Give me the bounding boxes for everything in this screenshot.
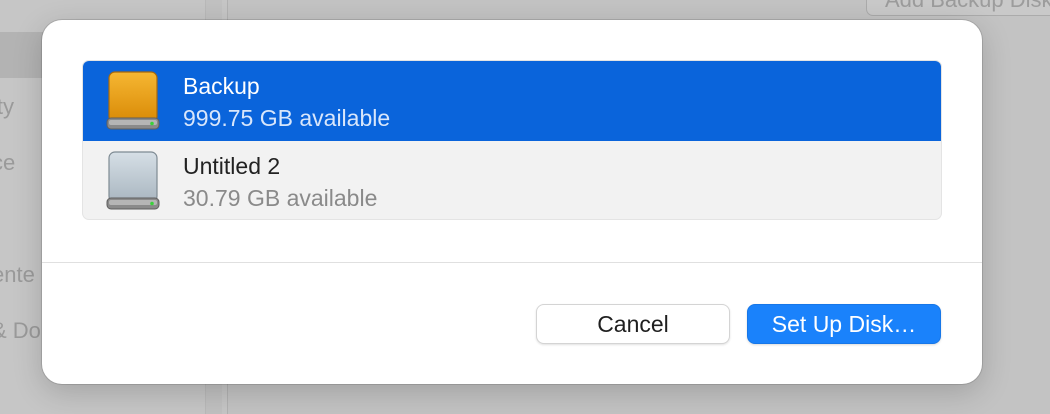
disk-row-backup[interactable]: Backup 999.75 GB available	[83, 61, 941, 141]
background-sidebar-item: ce	[0, 150, 16, 175]
disk-available-space: 999.75 GB available	[183, 105, 391, 131]
disk-name: Backup	[183, 73, 260, 99]
background-sidebar-item: ity	[0, 94, 14, 119]
dialog-divider	[42, 262, 982, 263]
disk-name: Untitled 2	[183, 153, 281, 179]
gray-external-drive-icon	[106, 151, 160, 210]
set-up-disk-button[interactable]: Set Up Disk…	[747, 304, 941, 344]
orange-external-drive-icon	[106, 71, 160, 130]
disk-row-untitled-2[interactable]: Untitled 2 30.79 GB available	[83, 141, 941, 219]
background-add-backup-disk-button: Add Backup Disk...	[866, 0, 1050, 16]
select-backup-disk-dialog: Backup 999.75 GB available Untitled 2 30…	[42, 20, 982, 384]
disk-list: Backup 999.75 GB available Untitled 2 30…	[82, 60, 942, 220]
background-sidebar-item: & Do	[0, 318, 41, 343]
cancel-button[interactable]: Cancel	[536, 304, 730, 344]
disk-available-space: 30.79 GB available	[183, 185, 378, 211]
background-sidebar-item: ente	[0, 262, 35, 287]
